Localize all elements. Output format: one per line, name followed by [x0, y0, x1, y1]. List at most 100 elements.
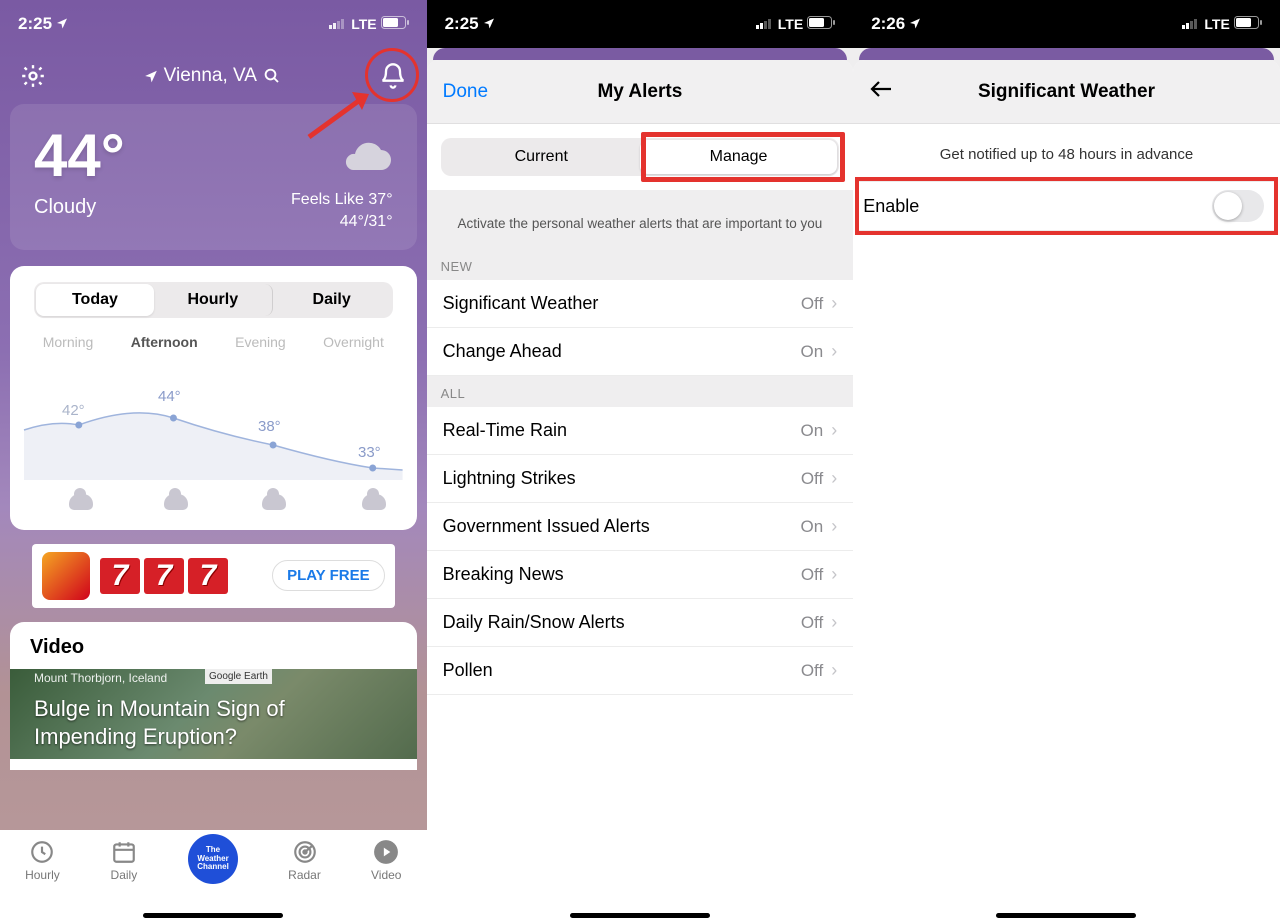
enable-toggle[interactable]: [1212, 190, 1264, 222]
screen-my-alerts: 2:25 LTE Done My Alerts Current Manage A…: [427, 0, 854, 924]
tab-hourly[interactable]: Hourly: [25, 838, 60, 882]
chevron-right-icon: ›: [831, 516, 837, 537]
cloud-icon: [262, 494, 286, 510]
chevron-right-icon: ›: [831, 420, 837, 441]
done-button[interactable]: Done: [443, 81, 488, 103]
chart-temp-evening: 38°: [258, 418, 281, 435]
status-time: 2:25: [445, 14, 479, 34]
battery-icon: [381, 16, 409, 32]
segment-daily[interactable]: Daily: [273, 284, 391, 316]
segment-today[interactable]: Today: [36, 284, 154, 316]
alert-label: Government Issued Alerts: [443, 516, 801, 537]
nav-title: Significant Weather: [978, 81, 1155, 103]
segment-manage[interactable]: Manage: [640, 140, 837, 174]
chevron-right-icon: ›: [831, 612, 837, 633]
signal-icon: [1182, 16, 1200, 32]
segment-hourly[interactable]: Hourly: [154, 284, 273, 316]
alert-row[interactable]: Daily Rain/Snow AlertsOff›: [427, 599, 854, 647]
alert-value: On: [801, 342, 824, 362]
nav-bar: Significant Weather: [853, 60, 1280, 124]
tab-bar: Hourly Daily TheWeatherChannel Radar Vid…: [0, 830, 427, 924]
home-indicator[interactable]: [570, 913, 710, 918]
screen-weather-home: 2:25 LTE Vienna, VA: [0, 0, 427, 924]
network-label: LTE: [351, 16, 376, 32]
alert-label: Change Ahead: [443, 341, 801, 362]
settings-icon[interactable]: [20, 63, 46, 89]
annotation-arrow: [304, 82, 384, 142]
daypart-afternoon[interactable]: Afternoon: [131, 334, 198, 350]
nav-title: My Alerts: [597, 81, 682, 103]
alerts-bell-button[interactable]: [379, 62, 407, 90]
daypart-overnight[interactable]: Overnight: [323, 334, 384, 350]
current-temp: 44°: [34, 126, 125, 186]
feels-like: Feels Like 37°: [291, 189, 393, 211]
alerts-sheet: Done My Alerts Current Manage Activate t…: [427, 60, 854, 924]
alert-row[interactable]: Government Issued AlertsOn ›: [427, 503, 854, 551]
tab-video[interactable]: Video: [371, 838, 401, 882]
cloud-icon: [362, 494, 386, 510]
enable-label: Enable: [863, 196, 1212, 217]
daypart-morning[interactable]: Morning: [43, 334, 94, 350]
ad-banner[interactable]: 777 PLAY FREE: [32, 544, 395, 608]
location-text: Vienna, VA: [164, 65, 257, 87]
forecast-card: Today Hourly Daily Morning Afternoon Eve…: [10, 266, 417, 530]
hint-text: Activate the personal weather alerts tha…: [427, 190, 854, 249]
alert-row[interactable]: Significant WeatherOff›: [427, 280, 854, 328]
forecast-segment: Today Hourly Daily: [34, 282, 393, 318]
alert-value: Off: [801, 469, 823, 489]
home-indicator[interactable]: [996, 913, 1136, 918]
screen-significant-weather: 2:26 LTE Significant Weather Get notifie…: [853, 0, 1280, 924]
section-header-new: NEW: [427, 249, 854, 280]
detail-sheet: Significant Weather Get notified up to 4…: [853, 60, 1280, 924]
ad-cta-button[interactable]: PLAY FREE: [272, 560, 385, 591]
network-label: LTE: [778, 16, 803, 32]
alert-row[interactable]: Lightning StrikesOff ›: [427, 455, 854, 503]
alert-row[interactable]: Change AheadOn ›: [427, 328, 854, 376]
video-card: Video Mount Thorbjorn, Iceland Google Ea…: [10, 622, 417, 770]
alert-row[interactable]: Real-Time RainOn›: [427, 407, 854, 455]
temp-chart: 42° 44° 38° 33°: [24, 360, 403, 520]
status-time: 2:25: [18, 14, 52, 34]
daypart-evening[interactable]: Evening: [235, 334, 286, 350]
alert-value: Off: [801, 565, 823, 585]
home-indicator[interactable]: [143, 913, 283, 918]
location-selector[interactable]: Vienna, VA: [144, 65, 281, 87]
cloud-icon: [291, 142, 393, 183]
chevron-right-icon: ›: [831, 293, 837, 314]
top-bar: Vienna, VA: [0, 48, 427, 104]
ad-sevens: 777: [100, 558, 228, 594]
alert-value: On: [801, 421, 824, 441]
chevron-right-icon: ›: [831, 564, 837, 585]
alert-value: On: [801, 517, 824, 537]
video-location-overlay: Mount Thorbjorn, Iceland: [34, 671, 167, 685]
enable-row[interactable]: Enable: [857, 181, 1276, 231]
signal-icon: [329, 16, 347, 32]
calendar-icon: [110, 838, 138, 866]
cloud-icon: [164, 494, 188, 510]
alert-row[interactable]: PollenOff›: [427, 647, 854, 695]
segment-current[interactable]: Current: [443, 140, 640, 174]
tab-daily[interactable]: Daily: [110, 838, 138, 882]
location-services-icon: [483, 14, 495, 34]
back-button[interactable]: [869, 78, 893, 106]
chevron-right-icon: ›: [831, 468, 837, 489]
tab-radar[interactable]: Radar: [288, 838, 321, 882]
hi-lo-temp: 44°/31°: [291, 211, 393, 233]
cloud-icon: [69, 494, 93, 510]
chevron-right-icon: ›: [831, 341, 837, 362]
video-thumbnail[interactable]: Mount Thorbjorn, Iceland Google Earth Bu…: [10, 669, 417, 759]
tab-home[interactable]: TheWeatherChannel: [188, 838, 238, 884]
sheet-peek: [859, 48, 1274, 60]
alerts-segment: Current Manage: [441, 138, 840, 176]
network-label: LTE: [1204, 16, 1229, 32]
location-services-icon: [56, 14, 68, 34]
alert-row[interactable]: Breaking NewsOff›: [427, 551, 854, 599]
back-arrow-icon: [869, 79, 893, 99]
video-header: Video: [10, 622, 417, 669]
twc-logo-icon: TheWeatherChannel: [188, 834, 238, 884]
dayparts: Morning Afternoon Evening Overnight: [24, 334, 403, 350]
alert-label: Pollen: [443, 660, 801, 681]
alert-label: Lightning Strikes: [443, 468, 801, 489]
alert-label: Significant Weather: [443, 293, 801, 314]
search-icon[interactable]: [263, 67, 281, 85]
